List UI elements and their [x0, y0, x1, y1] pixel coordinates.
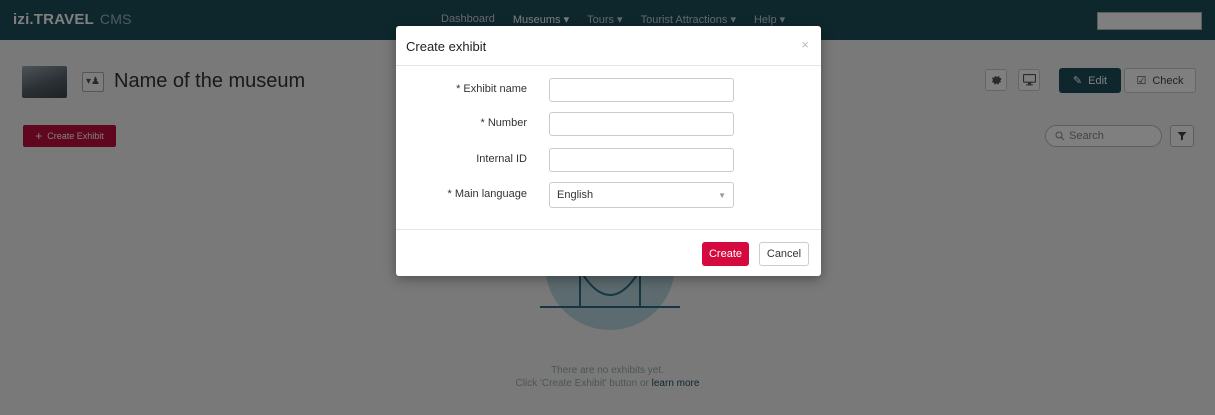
create-exhibit-modal: Create exhibit × * Exhibit name * Number… — [396, 26, 821, 276]
modal-header: Create exhibit × — [396, 26, 821, 66]
main-language-row: * Main language English ▼ — [396, 182, 821, 208]
internal-id-field[interactable] — [549, 148, 734, 172]
modal-title: Create exhibit — [406, 39, 487, 54]
main-language-select[interactable]: English ▼ — [549, 182, 734, 208]
main-language-value: English — [557, 189, 594, 201]
internal-id-row: Internal ID — [396, 148, 821, 172]
number-field[interactable] — [549, 112, 734, 136]
modal-footer-divider — [396, 229, 821, 230]
number-label: * Number — [480, 117, 527, 129]
exhibit-name-row: * Exhibit name — [396, 78, 821, 102]
main-language-label: * Main language — [447, 188, 527, 200]
exhibit-name-field[interactable] — [549, 78, 734, 102]
exhibit-name-label: * Exhibit name — [456, 83, 527, 95]
chevron-down-icon: ▼ — [718, 190, 726, 200]
internal-id-label: Internal ID — [476, 153, 527, 165]
close-icon[interactable]: × — [801, 37, 809, 52]
number-row: * Number — [396, 112, 821, 136]
cancel-button[interactable]: Cancel — [759, 242, 809, 266]
create-button[interactable]: Create — [702, 242, 749, 266]
